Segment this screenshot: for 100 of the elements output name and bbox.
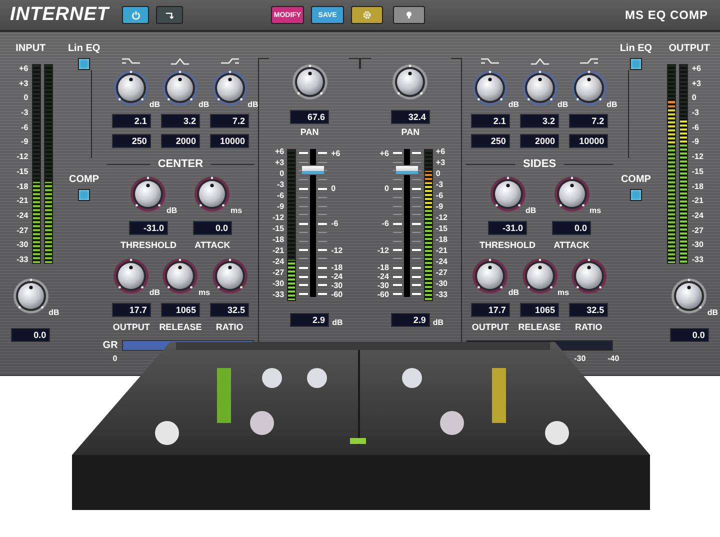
knob-label: RATIO <box>216 322 244 332</box>
scale-label: -6 <box>692 122 700 132</box>
knob[interactable] <box>292 64 328 100</box>
knob[interactable] <box>162 70 198 106</box>
comp-label: COMP <box>620 174 651 185</box>
knob[interactable] <box>113 70 150 106</box>
frequency-display: 10000 <box>210 134 250 148</box>
scale-label: -12 <box>436 213 448 222</box>
unit-label: dB <box>432 318 444 327</box>
fader-scale-label: -12 <box>331 246 343 255</box>
comp-checkbox[interactable] <box>78 189 90 201</box>
shelf-curve-icon <box>220 57 240 65</box>
bell-curve-icon <box>170 57 190 65</box>
pan-label: PAN <box>300 127 319 137</box>
knob[interactable] <box>522 70 558 106</box>
unit-label: dB <box>332 318 343 327</box>
value-display: 0.0 <box>192 221 232 235</box>
lin-eq-checkbox[interactable] <box>78 58 90 70</box>
knob[interactable] <box>554 176 590 212</box>
value-display: 0.0 <box>670 328 709 342</box>
scale-label: +3 <box>436 158 446 167</box>
scale-label: +6 <box>274 147 284 156</box>
scale-label: -27 <box>272 268 284 277</box>
scale-label: -9 <box>20 137 28 146</box>
scale-label: +3 <box>692 78 702 88</box>
scale-label: -15 <box>272 224 284 233</box>
scale-label: -6 <box>20 122 28 132</box>
scale-label: 0 <box>278 169 284 178</box>
bulb-button[interactable] <box>393 6 425 24</box>
fader-scale-label: -18 <box>331 263 343 272</box>
knob[interactable] <box>671 278 708 314</box>
value-display: 1065 <box>160 303 200 317</box>
io-label: INPUT <box>16 43 46 54</box>
knob[interactable] <box>113 258 150 294</box>
arrow-button[interactable] <box>156 6 183 24</box>
shelf-curve-icon <box>578 57 599 65</box>
power-button[interactable] <box>122 6 149 24</box>
frequency-display: 2000 <box>520 134 560 148</box>
scale-label: +3 <box>18 78 28 88</box>
fader-display: 2.9 <box>390 313 430 327</box>
lin-eq-label: Lin EQ <box>620 43 652 54</box>
scale-label: -6 <box>276 191 284 200</box>
fader-scale-label: +6 <box>380 148 389 158</box>
fader-scale-label: -6 <box>382 219 389 228</box>
value-display: -31.0 <box>488 221 528 235</box>
scale-label: -9 <box>436 202 444 211</box>
scale-label: -40 <box>608 354 620 363</box>
knob-label: THRESHOLD <box>480 240 536 250</box>
scale-label: +6 <box>436 147 446 156</box>
scale-label: -15 <box>16 166 28 176</box>
scale-label: -33 <box>692 254 704 264</box>
knob[interactable] <box>12 278 49 314</box>
knob[interactable] <box>472 70 508 106</box>
knob[interactable] <box>212 70 248 106</box>
scale-label: -30 <box>16 240 28 250</box>
frequency-display: 10000 <box>569 134 608 148</box>
comp-checkbox[interactable] <box>630 189 642 201</box>
knob[interactable] <box>570 258 607 294</box>
unit-label: ms <box>230 206 242 215</box>
scale-label: -21 <box>272 246 284 255</box>
knob[interactable] <box>570 70 607 106</box>
scale-label: -9 <box>692 137 700 146</box>
plugin-title: MS EQ COMP <box>624 8 708 22</box>
section-label: SIDES <box>523 158 556 170</box>
scale-label: -12 <box>272 213 284 222</box>
pan-label: PAN <box>401 127 420 137</box>
knob-label: RELEASE <box>159 322 202 332</box>
scale-label: -21 <box>16 196 28 206</box>
unit-label: ms <box>558 288 570 297</box>
fader-handle[interactable] <box>301 164 326 175</box>
knob[interactable] <box>194 176 230 212</box>
fader-scale-label: 0 <box>384 184 389 194</box>
value-display: 32.5 <box>210 303 250 317</box>
lin-eq-checkbox[interactable] <box>630 58 642 70</box>
fader-scale-label: +6 <box>331 148 340 158</box>
value-display: 32.5 <box>569 303 608 317</box>
scale-label: 0 <box>22 93 28 102</box>
knob[interactable] <box>212 258 248 294</box>
lightbulb-icon <box>404 10 414 20</box>
unit-label: dB <box>606 100 618 109</box>
section-label: CENTER <box>158 158 204 170</box>
knob[interactable] <box>522 258 558 294</box>
knob-label: ATTACK <box>194 240 230 250</box>
fader-scale-label: -24 <box>331 272 343 282</box>
fader-scale-label: -60 <box>331 290 343 299</box>
scale-label: -24 <box>272 257 284 266</box>
unit-label: dB <box>526 206 536 215</box>
knob[interactable] <box>490 176 526 212</box>
scale-label: -33 <box>16 254 28 264</box>
knob[interactable] <box>162 258 198 294</box>
pan-display: 67.6 <box>290 110 330 124</box>
fader-handle[interactable] <box>394 164 419 175</box>
scale-label: -3 <box>692 108 700 118</box>
settings-button[interactable] <box>351 6 383 24</box>
knob[interactable] <box>392 64 428 100</box>
knob-label: ATTACK <box>554 240 590 250</box>
knob[interactable] <box>130 176 166 212</box>
knob[interactable] <box>472 258 508 294</box>
unit-label: dB <box>149 100 160 109</box>
scale-label: -18 <box>692 182 704 190</box>
